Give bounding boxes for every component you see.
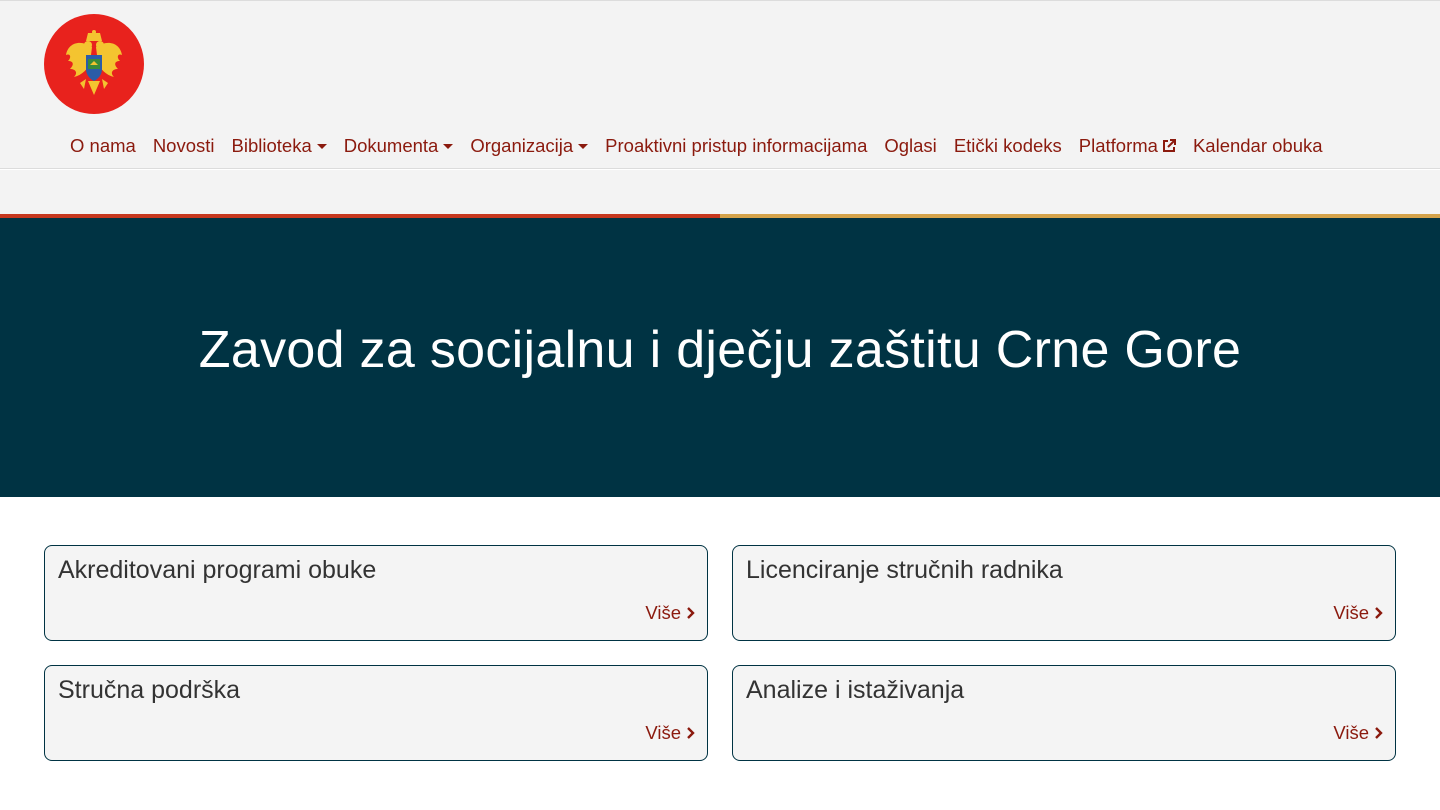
caret-down-icon	[316, 143, 327, 149]
external-link-icon	[1162, 139, 1176, 152]
card-title: Akreditovani programi obuke	[58, 556, 377, 584]
nav-eticki-kodeks[interactable]: Etički kodeks	[954, 135, 1062, 157]
card-title: Analize i istaživanja	[746, 676, 965, 704]
eagle-icon	[66, 30, 122, 95]
nav-novosti[interactable]: Novosti	[153, 135, 215, 157]
nav-label: O nama	[70, 135, 136, 156]
nav-biblioteka[interactable]: Biblioteka	[232, 135, 327, 157]
nav-label: Novosti	[152, 135, 215, 156]
nav-platforma[interactable]: Platforma	[1079, 135, 1176, 157]
chevron-right-icon	[687, 607, 695, 619]
more-link[interactable]: Više	[645, 722, 695, 744]
nav-label: Etički kodeks	[953, 135, 1062, 156]
more-link[interactable]: Više	[1333, 722, 1383, 744]
more-label: Više	[1333, 602, 1369, 623]
card-title: Licenciranje stručnih radnika	[746, 556, 1063, 584]
nav-label: Dokumenta	[343, 135, 439, 156]
more-label: Više	[645, 722, 681, 743]
hero-banner: Zavod za socijalnu i dječju zaštitu Crne…	[0, 218, 1440, 497]
nav-label: Oglasi	[884, 135, 937, 156]
nav-organizacija[interactable]: Organizacija	[470, 135, 589, 157]
card-analize[interactable]: Analize i istaživanja Više	[732, 665, 1396, 761]
more-label: Više	[1333, 722, 1369, 743]
more-link[interactable]: Više	[1333, 602, 1383, 624]
nav-kalendar-obuka[interactable]: Kalendar obuka	[1193, 135, 1323, 157]
caret-down-icon	[443, 143, 454, 149]
chevron-right-icon	[1375, 727, 1383, 739]
card-title: Stručna podrška	[58, 676, 241, 704]
card-licenciranje[interactable]: Licenciranje stručnih radnika Više	[732, 545, 1396, 641]
nav-label: Kalendar obuka	[1192, 135, 1323, 156]
nav-label: Organizacija	[470, 135, 574, 156]
nav-dokumenta[interactable]: Dokumenta	[344, 135, 454, 157]
card-akreditovani-programi[interactable]: Akreditovani programi obuke Više	[44, 545, 708, 641]
sub-header-bar	[0, 170, 1440, 215]
nav-label: Biblioteka	[231, 135, 312, 156]
more-link[interactable]: Više	[645, 602, 695, 624]
page-title: Zavod za socijalnu i dječju zaštitu Crne…	[198, 320, 1242, 379]
coat-of-arms-logo[interactable]	[44, 14, 144, 114]
site-header: O nama Novosti Biblioteka Dokumenta Orga…	[0, 0, 1440, 169]
nav-oglasi[interactable]: Oglasi	[884, 135, 936, 157]
chevron-right-icon	[687, 727, 695, 739]
caret-down-icon	[578, 143, 589, 149]
card-strucna-podrska[interactable]: Stručna podrška Više	[44, 665, 708, 761]
nav-proaktivni-pristup[interactable]: Proaktivni pristup informacijama	[605, 135, 867, 157]
nav-o-nama[interactable]: O nama	[70, 135, 136, 157]
main-nav: O nama Novosti Biblioteka Dokumenta Orga…	[70, 132, 1323, 160]
nav-label: Platforma	[1078, 135, 1158, 156]
more-label: Više	[645, 602, 681, 623]
chevron-right-icon	[1375, 607, 1383, 619]
nav-label: Proaktivni pristup informacijama	[605, 135, 868, 156]
